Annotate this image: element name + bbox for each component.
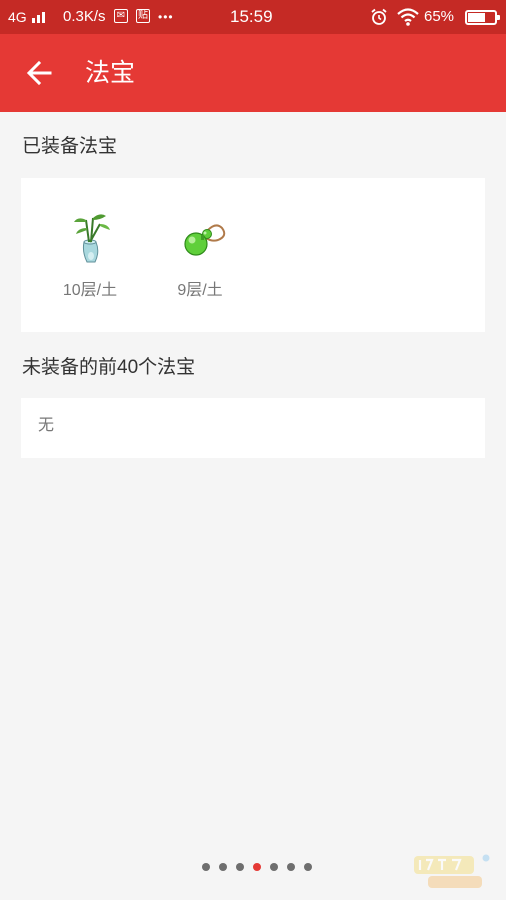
page-dot[interactable]: [287, 863, 295, 871]
network-speed: 0.3K/s: [63, 8, 106, 25]
empty-state-text: 无: [38, 417, 55, 434]
mail-icon: ✉: [114, 9, 128, 23]
unequipped-card: 无: [21, 398, 485, 458]
arrow-left-icon: [26, 60, 52, 86]
page-dot[interactable]: [202, 863, 210, 871]
watermark-logo: [414, 854, 490, 888]
page-dot[interactable]: [236, 863, 244, 871]
page-dot-active[interactable]: [253, 863, 261, 871]
equipped-card: 10层/土 9层/土: [21, 178, 485, 332]
alarm-icon: [371, 8, 387, 25]
bamboo-vase-icon: [74, 214, 110, 263]
equipped-section-title: 已装备法宝: [22, 136, 118, 157]
sticker-icon: 贴: [136, 9, 150, 23]
battery-percent: 65%: [424, 8, 455, 25]
equipped-item[interactable]: 10层/土: [45, 208, 135, 300]
more-notifications-icon: •••: [158, 10, 174, 24]
app-bar: 法宝: [0, 34, 506, 112]
page-dot[interactable]: [304, 863, 312, 871]
network-type: 4G: [8, 9, 27, 25]
battery-icon: [465, 10, 500, 25]
equipped-item-label: 10层/土: [62, 282, 118, 299]
clock: 15:59: [230, 7, 273, 26]
green-gourd-icon: [184, 224, 226, 256]
wifi-icon: [397, 8, 419, 26]
page-dot[interactable]: [270, 863, 278, 871]
equipped-item-label: 9层/土: [177, 282, 223, 299]
equipped-item[interactable]: 9层/土: [155, 208, 245, 300]
signal-icon: [32, 11, 50, 23]
page-dot[interactable]: [219, 863, 227, 871]
status-bar: 4G 0.3K/s ✉ 贴 ••• 15:59 65%: [0, 0, 506, 34]
back-button[interactable]: [20, 53, 60, 93]
page-title: 法宝: [85, 59, 136, 87]
unequipped-section-title: 未装备的前40个法宝: [22, 357, 196, 378]
battery-level: [468, 13, 485, 22]
